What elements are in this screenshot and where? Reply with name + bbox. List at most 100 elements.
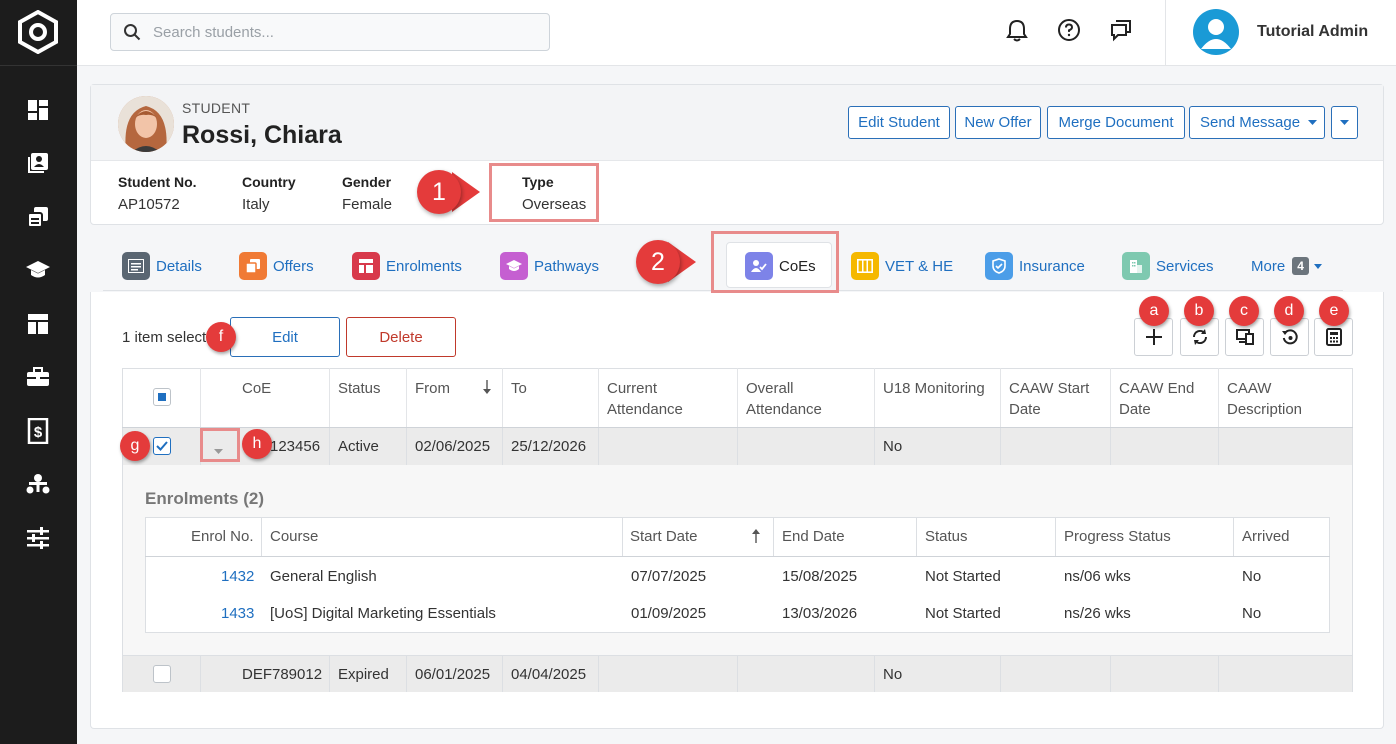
- offers-icon[interactable]: [24, 203, 52, 231]
- finance-icon[interactable]: $: [24, 417, 52, 445]
- help-icon[interactable]: [1056, 17, 1082, 43]
- column-header-caaw-start[interactable]: CAAW Start Date: [1000, 368, 1111, 427]
- tab-label: Insurance: [1019, 257, 1085, 275]
- coe-from: 06/01/2025: [415, 666, 491, 683]
- search-input[interactable]: [153, 23, 533, 41]
- column-header-progress-status[interactable]: Progress Status: [1064, 528, 1171, 545]
- sub-header-divider: [622, 518, 623, 556]
- layout-icon[interactable]: [24, 310, 52, 338]
- app-logo[interactable]: [16, 9, 60, 55]
- row-divider: [329, 428, 330, 465]
- enrolment-start: 07/07/2025: [631, 568, 707, 585]
- coe-number: DEF789012: [242, 666, 323, 683]
- column-header-arrived[interactable]: Arrived: [1242, 528, 1290, 545]
- history-icon: [1281, 329, 1298, 345]
- row-divider: [874, 656, 875, 692]
- edit-button[interactable]: Edit: [230, 317, 340, 357]
- enrolment-link[interactable]: 1433: [221, 605, 254, 622]
- column-header-from[interactable]: From: [406, 368, 503, 427]
- devices-icon: [1235, 329, 1254, 345]
- tab-services[interactable]: Services: [1122, 251, 1214, 281]
- coe-u18: No: [883, 666, 903, 683]
- row-divider: [502, 656, 503, 692]
- enrolment-progress: ns/06 wks: [1064, 568, 1131, 585]
- column-header-course[interactable]: Course: [270, 528, 318, 545]
- row-divider: [737, 656, 738, 692]
- caret-down-icon: [1340, 119, 1349, 125]
- dashboard-icon[interactable]: [24, 96, 52, 124]
- tab-vet-he[interactable]: VET & HE: [851, 251, 953, 281]
- coe-status: Active: [338, 438, 379, 455]
- vet-he-icon: [851, 252, 879, 280]
- row-divider: [200, 656, 201, 692]
- callout-g: g: [120, 431, 150, 461]
- tab-more[interactable]: More 4: [1251, 251, 1322, 281]
- tab-label: Offers: [273, 257, 314, 275]
- sub-header-divider: [261, 518, 262, 556]
- column-header-end-date[interactable]: End Date: [782, 528, 845, 545]
- network-icon[interactable]: [24, 470, 52, 498]
- enrolment-link[interactable]: 1432: [221, 568, 254, 585]
- edit-student-button[interactable]: Edit Student: [848, 106, 950, 139]
- coe-u18: No: [883, 438, 903, 455]
- column-header-coe[interactable]: CoE: [200, 368, 330, 427]
- sub-header-divider: [916, 518, 917, 556]
- gender-label: Gender: [342, 174, 392, 190]
- tab-offers[interactable]: Offers: [239, 251, 314, 281]
- column-header-current-attendance[interactable]: Current Attendance: [598, 368, 738, 427]
- row-divider: [329, 656, 330, 692]
- new-offer-button[interactable]: New Offer: [955, 106, 1041, 139]
- callout-h: h: [242, 429, 272, 459]
- tab-details[interactable]: Details: [122, 251, 202, 281]
- briefcase-icon[interactable]: [24, 363, 52, 391]
- column-header-caaw-end[interactable]: CAAW End Date: [1110, 368, 1219, 427]
- messages-icon[interactable]: [1108, 17, 1134, 43]
- check-icon: [156, 441, 168, 451]
- column-header-status[interactable]: Status: [329, 368, 407, 427]
- settings-sliders-icon[interactable]: [24, 524, 52, 552]
- plus-icon: [1145, 329, 1162, 345]
- more-actions-dropdown[interactable]: [1331, 106, 1358, 139]
- coe-status: Expired: [338, 666, 389, 683]
- coe-to: 04/04/2025: [511, 666, 587, 683]
- row-divider: [1218, 428, 1219, 465]
- tab-pathways[interactable]: Pathways: [500, 251, 599, 281]
- column-header-u18-monitoring[interactable]: U18 Monitoring: [874, 368, 1001, 427]
- selection-count: 1 item select: [122, 329, 207, 346]
- row-divider: [1110, 656, 1111, 692]
- tab-enrolments[interactable]: Enrolments: [352, 251, 462, 281]
- sort-down-icon: [483, 380, 491, 394]
- column-header-start-date-label: Start Date: [630, 528, 698, 545]
- column-header-enrol-no[interactable]: Enrol No.: [191, 528, 254, 545]
- callout-e: e: [1319, 296, 1349, 326]
- enrolments-icon: [352, 252, 380, 280]
- column-header-overall-attendance[interactable]: Overall Attendance: [737, 368, 875, 427]
- student-label: STUDENT: [182, 100, 251, 116]
- bell-icon[interactable]: [1004, 17, 1030, 43]
- user-avatar[interactable]: [1193, 9, 1239, 55]
- send-message-button[interactable]: Send Message: [1189, 106, 1325, 139]
- row-divider: [406, 656, 407, 692]
- tab-insurance[interactable]: Insurance: [985, 251, 1085, 281]
- students-icon[interactable]: [24, 149, 52, 177]
- enrolment-arrived: No: [1242, 568, 1262, 585]
- row-checkbox[interactable]: [153, 665, 171, 683]
- enrolment-arrived: No: [1242, 605, 1262, 622]
- caret-down-icon: [1313, 263, 1322, 269]
- column-header-status[interactable]: Status: [925, 528, 968, 545]
- type-highlight: [489, 163, 599, 222]
- row-checkbox[interactable]: [153, 437, 171, 455]
- select-all-checkbox[interactable]: [153, 388, 171, 406]
- column-header-start-date[interactable]: Start Date: [630, 528, 760, 545]
- courses-icon[interactable]: [24, 256, 52, 284]
- row-divider: [598, 428, 599, 465]
- delete-button[interactable]: Delete: [346, 317, 456, 357]
- column-header-caaw-description[interactable]: CAAW Description: [1218, 368, 1353, 427]
- coe-number: 123456: [270, 438, 321, 455]
- callout-b: b: [1184, 296, 1214, 326]
- callout-c: c: [1229, 296, 1259, 326]
- merge-document-button[interactable]: Merge Document: [1047, 106, 1185, 139]
- user-name[interactable]: Tutorial Admin: [1257, 23, 1368, 41]
- pathways-icon: [500, 252, 528, 280]
- column-header-to[interactable]: To: [502, 368, 599, 427]
